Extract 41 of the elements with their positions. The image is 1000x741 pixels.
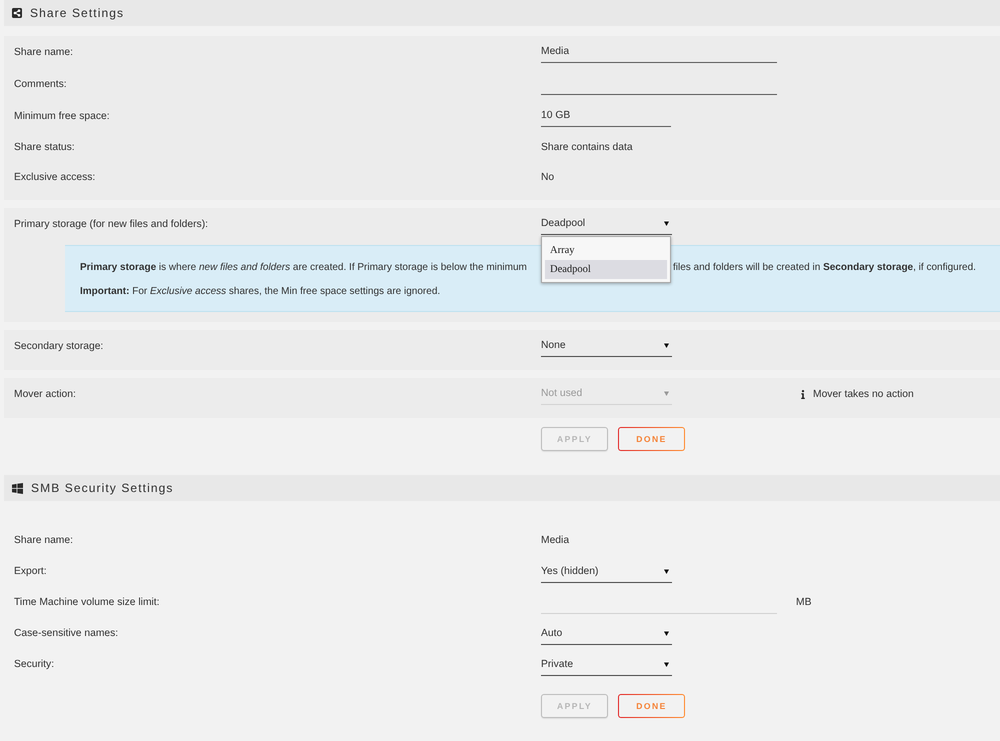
text-input[interactable]: Media [541,41,777,63]
field-label: Share name: [14,535,73,546]
info-text: Important: For Exclusive access shares, the Min free space settings are ignored. [80,286,440,296]
four-squares-icon [12,482,23,494]
field-label: Mover action: [14,388,76,400]
field-label: Primary storage (for new files and folders): [14,218,208,230]
dropdown[interactable]: Private [541,654,672,676]
dropdown[interactable]: Yes (hidden) [541,560,672,582]
caret-down-icon [664,391,669,396]
dropdown-option[interactable]: Array [545,241,667,260]
dropdown[interactable]: None [541,335,672,357]
value-text: Share contains data [541,142,633,152]
caret-down-icon [664,343,669,348]
field-label: Export: [14,566,47,577]
field-label: Share name: [14,46,73,58]
info-text: files and folders will be created in Secondary storage, if configured. [673,262,976,272]
section-title: SMB Security Settings [31,481,174,495]
caret-down-icon [664,221,669,226]
field-label: Exclusive access: [14,172,96,182]
field-label: Share status: [14,142,75,152]
value-text: No [541,172,554,182]
share-icon [12,8,22,18]
unit-label: MB [796,597,812,608]
info-icon [801,390,805,398]
value-text: Media [541,535,570,546]
caret-down-icon [664,630,669,636]
field-label: Security: [14,659,54,670]
dropdown-option[interactable]: Deadpool [545,260,667,279]
field-label: Minimum free space: [14,110,110,122]
field-label: Secondary storage: [14,340,104,352]
caret-down-icon [664,662,669,666]
caret-down-icon [664,568,669,574]
field-label: Time Machine volume size limit: [14,597,160,608]
text-input[interactable]: 10 GB [541,105,671,127]
field-label: Comments: [14,78,67,90]
dropdown[interactable]: Auto [541,622,672,644]
hint-text: Mover takes no action [813,388,914,400]
section-title: Share Settings [30,6,124,20]
dropdown[interactable]: Deadpool [541,213,672,235]
field-label: Case-sensitive names: [14,628,118,639]
info-text: Primary storage is where new files and folders are created. If Primary storage is below the minimum [80,262,527,272]
